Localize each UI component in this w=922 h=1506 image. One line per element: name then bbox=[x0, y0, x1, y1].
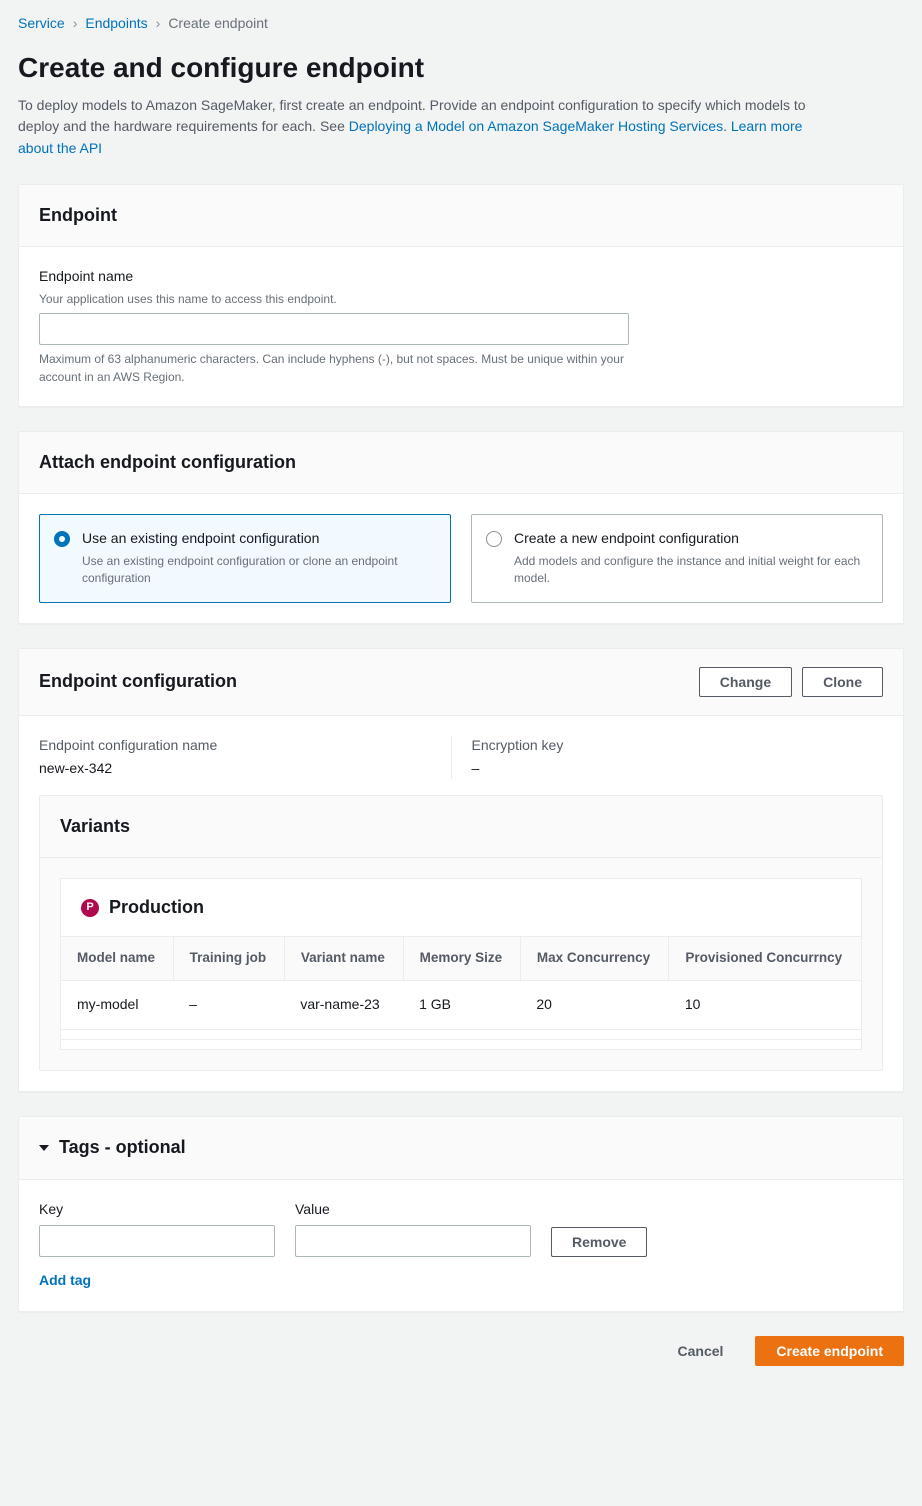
encryption-key-value: – bbox=[472, 759, 884, 779]
col-max-concurrency: Max Concurrency bbox=[520, 937, 668, 980]
tag-value-label: Value bbox=[295, 1200, 531, 1220]
production-variant-card: P Production Model name Training job Var… bbox=[60, 878, 862, 1050]
endpoint-config-header: Endpoint configuration Change Clone bbox=[19, 649, 903, 716]
endpoint-name-constraint: Maximum of 63 alphanumeric characters. C… bbox=[39, 351, 629, 386]
attach-config-panel: Attach endpoint configuration Use an exi… bbox=[18, 431, 904, 624]
page-desc-sep: . bbox=[723, 118, 731, 134]
col-memory-size: Memory Size bbox=[403, 937, 520, 980]
remove-tag-button[interactable]: Remove bbox=[551, 1227, 647, 1257]
option-use-existing[interactable]: Use an existing endpoint configuration U… bbox=[39, 514, 451, 602]
cell-variant: var-name-23 bbox=[284, 981, 403, 1030]
chevron-right-icon: › bbox=[156, 14, 161, 34]
encryption-key-label: Encryption key bbox=[472, 736, 884, 756]
cell-model: my-model bbox=[61, 981, 173, 1030]
config-name-value: new-ex-342 bbox=[39, 759, 451, 779]
clone-button[interactable]: Clone bbox=[802, 667, 883, 697]
change-button[interactable]: Change bbox=[699, 667, 792, 697]
tag-value-input[interactable] bbox=[295, 1225, 531, 1257]
endpoint-name-label: Endpoint name bbox=[39, 267, 883, 287]
page-title: Create and configure endpoint bbox=[18, 48, 904, 87]
col-model-name: Model name bbox=[61, 937, 173, 980]
breadcrumb-current: Create endpoint bbox=[168, 14, 268, 34]
variants-table: Model name Training job Variant name Mem… bbox=[61, 937, 861, 1049]
endpoint-panel: Endpoint Endpoint name Your application … bbox=[18, 184, 904, 407]
option-new-desc: Add models and configure the instance an… bbox=[514, 553, 868, 588]
table-row-empty bbox=[61, 1039, 861, 1049]
endpoint-config-panel: Endpoint configuration Change Clone Endp… bbox=[18, 648, 904, 1093]
attach-config-header: Attach endpoint configuration bbox=[19, 432, 903, 494]
cancel-button[interactable]: Cancel bbox=[658, 1336, 744, 1366]
option-new-title: Create a new endpoint configuration bbox=[514, 529, 868, 549]
create-endpoint-button[interactable]: Create endpoint bbox=[755, 1336, 904, 1366]
tags-panel: Tags - optional Key Value Remove Add tag bbox=[18, 1116, 904, 1311]
cell-mem: 1 GB bbox=[403, 981, 520, 1030]
col-provisioned-concurrency: Provisioned Concurrncy bbox=[669, 937, 861, 980]
radio-unselected-icon bbox=[486, 531, 502, 547]
breadcrumb-service[interactable]: Service bbox=[18, 14, 65, 34]
endpoint-name-input[interactable] bbox=[39, 313, 629, 345]
tags-title: Tags - optional bbox=[59, 1135, 186, 1160]
endpoint-panel-header: Endpoint bbox=[19, 185, 903, 247]
footer-actions: Cancel Create endpoint bbox=[18, 1336, 904, 1366]
page-description: To deploy models to Amazon SageMaker, fi… bbox=[18, 95, 838, 160]
table-row-empty bbox=[61, 1029, 861, 1039]
option-existing-desc: Use an existing endpoint configuration o… bbox=[82, 553, 436, 588]
caret-down-icon bbox=[39, 1145, 49, 1151]
option-existing-title: Use an existing endpoint configuration bbox=[82, 529, 436, 549]
tags-panel-header[interactable]: Tags - optional bbox=[19, 1117, 903, 1179]
breadcrumb-endpoints[interactable]: Endpoints bbox=[85, 14, 147, 34]
production-title: Production bbox=[109, 895, 204, 920]
endpoint-panel-title: Endpoint bbox=[39, 203, 117, 228]
cell-job: – bbox=[173, 981, 284, 1030]
tag-key-label: Key bbox=[39, 1200, 275, 1220]
option-create-new[interactable]: Create a new endpoint configuration Add … bbox=[471, 514, 883, 602]
chevron-right-icon: › bbox=[73, 14, 78, 34]
config-name-label: Endpoint configuration name bbox=[39, 736, 451, 756]
tag-key-input[interactable] bbox=[39, 1225, 275, 1257]
endpoint-name-hint: Your application uses this name to acces… bbox=[39, 291, 883, 308]
col-training-job: Training job bbox=[173, 937, 284, 980]
variants-header: Variants bbox=[40, 796, 882, 858]
deploying-model-link[interactable]: Deploying a Model on Amazon SageMaker Ho… bbox=[349, 118, 723, 134]
variants-title: Variants bbox=[60, 814, 862, 839]
variants-panel: Variants P Production Model name Trainin… bbox=[39, 795, 883, 1071]
col-variant-name: Variant name bbox=[284, 937, 403, 980]
table-row: my-model – var-name-23 1 GB 20 10 bbox=[61, 981, 861, 1030]
cell-maxc: 20 bbox=[520, 981, 668, 1030]
radio-selected-icon bbox=[54, 531, 70, 547]
attach-config-title: Attach endpoint configuration bbox=[39, 450, 296, 475]
endpoint-config-title: Endpoint configuration bbox=[39, 669, 237, 694]
production-badge-icon: P bbox=[81, 899, 99, 917]
breadcrumb: Service › Endpoints › Create endpoint bbox=[18, 14, 904, 34]
add-tag-link[interactable]: Add tag bbox=[39, 1272, 91, 1288]
cell-prov: 10 bbox=[669, 981, 861, 1030]
